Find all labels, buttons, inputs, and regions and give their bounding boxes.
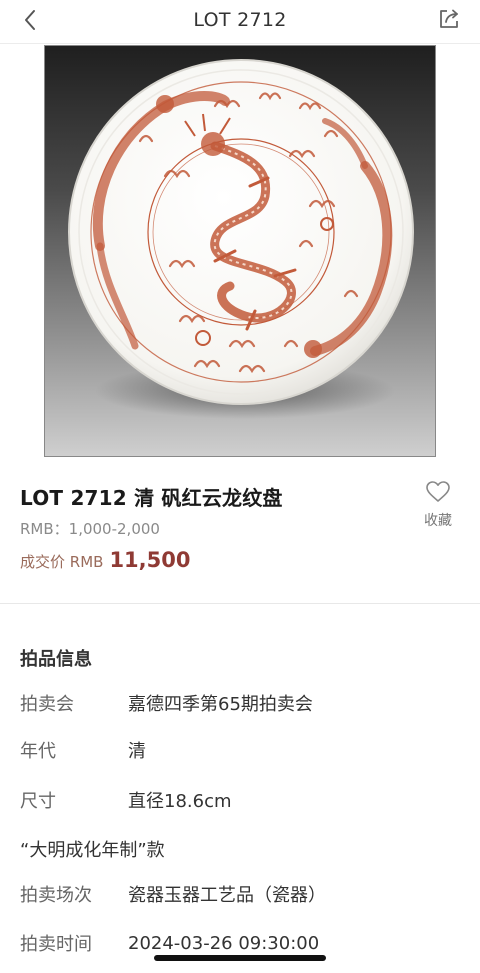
info-row-auction: 拍卖会 嘉德四季第65期拍卖会 xyxy=(20,689,460,717)
porcelain-dragon-plate-image xyxy=(68,59,414,419)
page-title: LOT 2712 xyxy=(193,9,287,31)
info-row-time: 拍卖时间 2024-03-26 09:30:00 xyxy=(20,929,460,957)
info-label: 尺寸 xyxy=(20,791,56,812)
section-title-lot-info: 拍品信息 xyxy=(20,649,92,670)
favorite-button[interactable]: 收藏 xyxy=(416,480,460,530)
info-value: 2024-03-26 09:30:00 xyxy=(128,932,320,954)
home-indicator[interactable] xyxy=(154,955,326,961)
info-mark: “大明成化年制”款 xyxy=(20,840,165,861)
info-value: 瓷器玉器工艺品（瓷器） xyxy=(128,885,326,906)
info-row-era: 年代 清 xyxy=(20,736,460,764)
lot-title: LOT 2712 清 矾红云龙纹盘 xyxy=(20,486,283,510)
share-button[interactable] xyxy=(434,6,464,36)
info-value: 清 xyxy=(128,741,146,762)
info-label: 年代 xyxy=(20,741,56,762)
info-label: 拍卖时间 xyxy=(20,934,92,955)
lot-sold-price: 成交价 RMB 11,500 xyxy=(20,548,190,572)
price-value: 11,500 xyxy=(109,548,191,572)
share-icon xyxy=(437,7,461,35)
heart-outline-icon xyxy=(425,481,451,508)
info-label: 拍卖会 xyxy=(20,694,74,715)
section-divider xyxy=(0,603,480,604)
price-label: 成交价 RMB xyxy=(20,553,104,571)
info-value: 直径18.6cm xyxy=(128,791,232,812)
info-value: 嘉德四季第65期拍卖会 xyxy=(128,694,313,715)
navigation-bar: LOT 2712 xyxy=(0,0,480,44)
lot-image[interactable] xyxy=(44,45,436,457)
info-row-session: 拍卖场次 瓷器玉器工艺品（瓷器） xyxy=(20,880,460,908)
info-label: 拍卖场次 xyxy=(20,885,92,906)
lot-header: LOT 2712 清 矾红云龙纹盘 xyxy=(20,482,400,511)
favorite-label: 收藏 xyxy=(424,513,452,529)
info-row-size: 尺寸 直径18.6cm xyxy=(20,786,460,814)
lot-estimate: RMB：1,000-2,000 xyxy=(20,520,160,538)
